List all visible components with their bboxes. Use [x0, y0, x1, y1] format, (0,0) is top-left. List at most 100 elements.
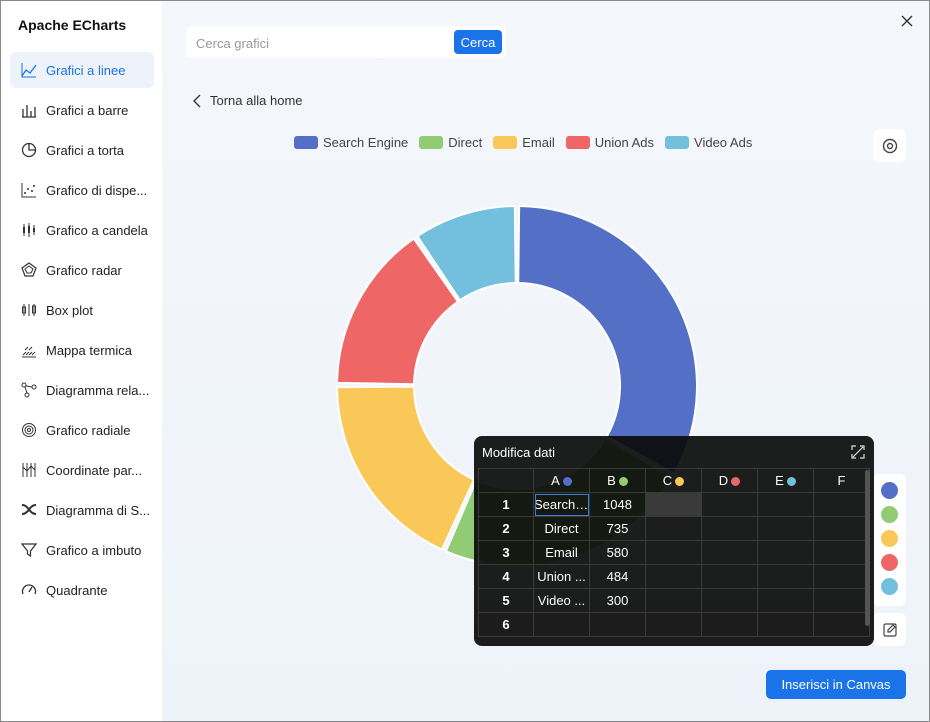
search-button[interactable]: Cerca — [454, 30, 502, 54]
cell-empty[interactable] — [701, 540, 758, 565]
cell-b[interactable]: 484 — [589, 564, 646, 589]
scatter-chart-icon — [20, 181, 38, 199]
legend-item[interactable]: Search Engine — [294, 135, 408, 150]
search-input[interactable] — [194, 32, 448, 54]
column-letter: D — [718, 473, 729, 488]
expand-icon[interactable] — [851, 445, 865, 459]
legend-item[interactable]: Video Ads — [665, 135, 752, 150]
color-swatch[interactable] — [881, 554, 898, 571]
sidebar-item-label: Grafico di dispe... — [46, 182, 148, 198]
pie-slice-search-engine[interactable] — [517, 205, 698, 475]
cell-empty[interactable] — [701, 564, 758, 589]
cell-a[interactable]: Union ... — [533, 564, 590, 589]
cell-empty[interactable] — [813, 516, 870, 541]
back-link[interactable]: Torna alla home — [192, 93, 303, 108]
series-color-dot — [731, 477, 741, 486]
cell-empty[interactable] — [813, 564, 870, 589]
cell-empty[interactable] — [757, 492, 814, 517]
bar-chart-icon — [20, 101, 38, 119]
column-letter: F — [837, 473, 846, 488]
heatmap-icon — [20, 341, 38, 359]
sidebar-item-radial-chart[interactable]: Grafico radiale — [10, 412, 154, 448]
cell-empty[interactable] — [645, 540, 702, 565]
legend-item[interactable]: Email — [493, 135, 555, 150]
editor-scrollbar[interactable] — [865, 470, 870, 626]
row-number: 6 — [478, 612, 534, 637]
close-icon[interactable] — [899, 13, 915, 29]
legend-item[interactable]: Union Ads — [565, 135, 654, 150]
settings-button[interactable] — [873, 129, 906, 162]
cell-empty[interactable] — [645, 588, 702, 613]
cell-a[interactable]: Video ... — [533, 588, 590, 613]
legend-swatch — [565, 136, 590, 149]
sidebar-item-line-chart[interactable]: Grafici a linee — [10, 52, 154, 88]
sankey-icon — [20, 501, 38, 519]
sidebar-item-candlestick-chart[interactable]: Grafico a candela — [10, 212, 154, 248]
cell-b[interactable]: 1048 — [589, 492, 646, 517]
sidebar-item-label: Grafico radiale — [46, 422, 131, 438]
cell-empty[interactable] — [701, 588, 758, 613]
app-title: Apache ECharts — [18, 17, 127, 33]
color-palette — [873, 474, 906, 606]
sidebar-item-heatmap[interactable]: Mappa termica — [10, 332, 154, 368]
sidebar-item-bar-chart[interactable]: Grafici a barre — [10, 92, 154, 128]
back-label: Torna alla home — [210, 93, 303, 108]
sidebar-item-label: Grafico a imbuto — [46, 542, 142, 558]
cell-empty[interactable] — [813, 492, 870, 517]
sidebar-item-parallel[interactable]: Coordinate par... — [10, 452, 154, 488]
cell-empty[interactable] — [645, 612, 702, 637]
cell-b[interactable]: 580 — [589, 540, 646, 565]
cell-empty[interactable] — [813, 588, 870, 613]
cell-b[interactable]: 735 — [589, 516, 646, 541]
row-number: 2 — [478, 516, 534, 541]
cell-a[interactable]: Search En — [533, 492, 590, 517]
sidebar-item-pie-chart[interactable]: Grafici a torta — [10, 132, 154, 168]
sidebar-item-scatter-chart[interactable]: Grafico di dispe... — [10, 172, 154, 208]
cell-empty[interactable] — [645, 492, 702, 517]
sidebar-item-sankey[interactable]: Diagramma di S... — [10, 492, 154, 528]
cell-b[interactable]: 300 — [589, 588, 646, 613]
cell-a[interactable] — [533, 612, 590, 637]
cell-empty[interactable] — [645, 516, 702, 541]
sidebar-item-radar-chart[interactable]: Grafico radar — [10, 252, 154, 288]
cell-empty[interactable] — [757, 588, 814, 613]
column-header[interactable]: D — [701, 468, 758, 493]
insert-into-canvas-button[interactable]: Inserisci in Canvas — [766, 670, 906, 699]
sidebar-item-box-plot[interactable]: Box plot — [10, 292, 154, 328]
series-color-dot — [618, 477, 628, 486]
legend-item[interactable]: Direct — [419, 135, 482, 150]
pie-slice-email[interactable] — [336, 385, 476, 551]
cell-empty[interactable] — [757, 540, 814, 565]
cell-empty[interactable] — [701, 516, 758, 541]
app-window: Apache ECharts Grafici a linee Grafici a … — [0, 0, 930, 722]
series-color-dot — [562, 477, 572, 486]
cell-empty[interactable] — [757, 612, 814, 637]
cell-empty[interactable] — [813, 540, 870, 565]
edit-icon — [882, 622, 897, 637]
column-header[interactable]: A — [533, 468, 590, 493]
sidebar-item-funnel[interactable]: Grafico a imbuto — [10, 532, 154, 568]
sidebar-item-graph[interactable]: Diagramma rela... — [10, 372, 154, 408]
cell-a[interactable]: Direct — [533, 516, 590, 541]
edit-data-button[interactable] — [873, 613, 906, 646]
cell-empty[interactable] — [645, 564, 702, 589]
sidebar-item-gauge[interactable]: Quadrante — [10, 572, 154, 608]
cell-empty[interactable] — [757, 516, 814, 541]
cell-empty[interactable] — [757, 564, 814, 589]
cell-b[interactable] — [589, 612, 646, 637]
color-swatch[interactable] — [881, 482, 898, 499]
cell-a[interactable]: Email — [533, 540, 590, 565]
cell-empty[interactable] — [701, 492, 758, 517]
column-header[interactable]: E — [757, 468, 814, 493]
grid-header-row: A B C D E F — [478, 468, 870, 493]
column-letter: C — [662, 473, 673, 488]
cell-empty[interactable] — [813, 612, 870, 637]
sidebar-item-label: Diagramma di S... — [46, 502, 151, 518]
cell-empty[interactable] — [701, 612, 758, 637]
color-swatch[interactable] — [881, 506, 898, 523]
color-swatch[interactable] — [881, 578, 898, 595]
column-header[interactable]: C — [645, 468, 702, 493]
column-header[interactable]: F — [813, 468, 870, 493]
color-swatch[interactable] — [881, 530, 898, 547]
column-header[interactable]: B — [589, 468, 646, 493]
